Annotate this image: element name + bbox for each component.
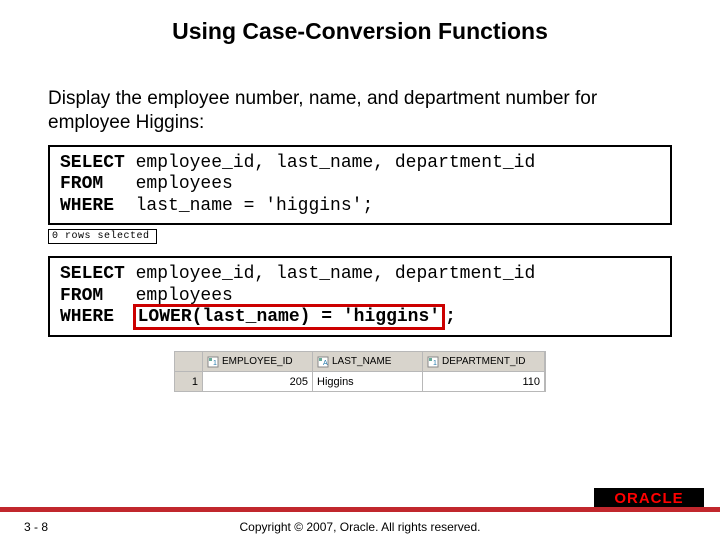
svg-text:1: 1 xyxy=(213,360,217,367)
cell-employee-id: 205 xyxy=(203,372,313,391)
svg-text:ORACLE: ORACLE xyxy=(614,490,683,507)
col-header-last-name: A LAST_NAME xyxy=(313,352,423,372)
row-number: 1 xyxy=(175,372,203,391)
column-icon: A xyxy=(317,356,329,368)
keyword-select: SELECT xyxy=(60,153,125,173)
col-label: DEPARTMENT_ID xyxy=(442,356,526,367)
column-icon: 1 xyxy=(207,356,219,368)
col-label: LAST_NAME xyxy=(332,356,391,367)
keyword-select: SELECT xyxy=(60,264,125,284)
cell-department-id: 110 xyxy=(423,372,545,391)
copyright-text: Copyright © 2007, Oracle. All rights res… xyxy=(0,520,720,534)
code-text: employee_id, last_name, department_id xyxy=(125,264,535,284)
col-label: EMPLOYEE_ID xyxy=(222,356,293,367)
sql-code-block-2: SELECT employee_id, last_name, departmen… xyxy=(48,256,672,337)
code-text: employee_id, last_name, department_id xyxy=(125,153,535,173)
svg-text:1: 1 xyxy=(433,360,437,367)
slide-title: Using Case-Conversion Functions xyxy=(0,0,720,51)
col-header-employee-id: 1 EMPLOYEE_ID xyxy=(203,352,313,372)
keyword-where: WHERE xyxy=(60,307,114,327)
cell-last-name: Higgins xyxy=(313,372,423,391)
status-rows-selected: 0 rows selected xyxy=(48,229,157,244)
keyword-where: WHERE xyxy=(60,196,114,216)
code-text: ; xyxy=(445,307,456,327)
code-text: last_name = 'higgins'; xyxy=(114,196,373,216)
col-header-department-id: 1 DEPARTMENT_ID xyxy=(423,352,545,372)
svg-text:A: A xyxy=(323,360,328,367)
code-text: employees xyxy=(103,286,233,306)
highlighted-expression: LOWER(last_name) = 'higgins' xyxy=(133,304,445,330)
oracle-logo: ORACLE xyxy=(594,488,704,508)
keyword-from: FROM xyxy=(60,286,103,306)
footer: 3 - 8 Copyright © 2007, Oracle. All righ… xyxy=(0,512,720,540)
column-icon: 1 xyxy=(427,356,439,368)
code-text: employees xyxy=(103,174,233,194)
grid-corner xyxy=(175,352,203,372)
description-text: Display the employee number, name, and d… xyxy=(48,87,672,135)
result-grid: 1 1EMPLOYEE_ID 205 ALAST_NAME Higgins 1D… xyxy=(174,351,546,392)
row-header-col: 1 xyxy=(175,352,203,391)
sql-code-block-1: SELECT employee_id, last_name, departmen… xyxy=(48,145,672,226)
keyword-from: FROM xyxy=(60,174,103,194)
